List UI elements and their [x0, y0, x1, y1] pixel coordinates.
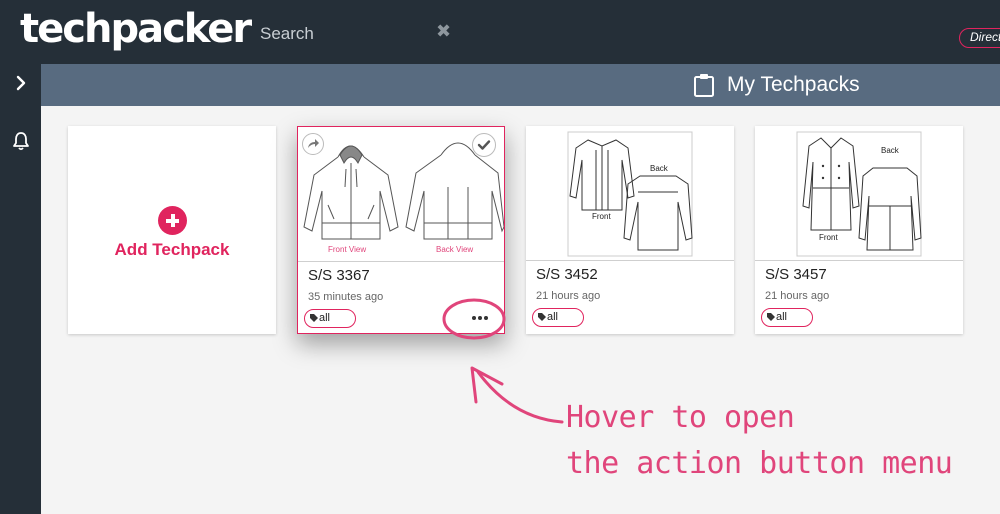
page-header: My Techpacks [41, 64, 1000, 106]
front-view-label: Front [819, 233, 838, 242]
directory-button[interactable]: Directory [959, 28, 1000, 48]
plus-circle-icon [158, 206, 187, 235]
front-view-label: Front View [328, 245, 367, 254]
tag-icon [310, 314, 318, 322]
trench-coat-sketch-image [796, 131, 922, 257]
checkmark-icon [477, 140, 491, 150]
techpack-thumbnail[interactable]: Front Back [755, 126, 963, 261]
techpack-style-number: S/S 3452 [536, 266, 598, 283]
side-rail [0, 64, 41, 514]
tag-button[interactable]: all [761, 308, 813, 327]
techpack-thumbnail[interactable]: Front Back [526, 126, 734, 261]
annotation-line-1: Hover to open [566, 400, 795, 435]
techpack-thumbnail[interactable]: Front View Back View [298, 127, 504, 262]
add-techpack-card[interactable]: Add Techpack [68, 126, 276, 334]
techpack-style-number: S/S 3367 [308, 267, 370, 284]
annotation-line-2: the action button menu [566, 446, 953, 481]
clipboard-icon [694, 74, 714, 97]
techpack-updated-time: 21 hours ago [765, 290, 830, 302]
shirt-sketch-image [567, 131, 693, 257]
tag-label: all [319, 312, 331, 324]
tag-label: all [776, 311, 788, 323]
techpack-style-number: S/S 3457 [765, 266, 827, 283]
back-view-label: Back [650, 164, 668, 173]
page-title: My Techpacks [727, 73, 860, 96]
back-view-label: Back View [436, 245, 474, 254]
tag-button[interactable]: all [304, 309, 356, 328]
add-techpack-label: Add Techpack [114, 240, 230, 259]
techpack-card[interactable]: Front Back S/S 3457 21 hours ago all [755, 126, 963, 334]
back-view-label: Back [881, 146, 899, 155]
front-view-label: Front [592, 212, 611, 221]
tag-icon [767, 313, 775, 321]
techpack-updated-time: 35 minutes ago [308, 291, 384, 303]
bell-icon[interactable] [10, 130, 32, 152]
share-icon [308, 139, 319, 148]
hint-arrow-icon [470, 366, 564, 424]
search-input[interactable] [252, 20, 432, 48]
close-icon[interactable]: ✖ [436, 21, 451, 42]
chevron-right-icon[interactable] [12, 74, 30, 92]
app-logo[interactable]: techpacker [20, 6, 252, 52]
top-bar: techpacker ✖ Directory [0, 0, 1000, 64]
share-button[interactable] [302, 133, 324, 155]
select-button[interactable] [472, 133, 496, 157]
